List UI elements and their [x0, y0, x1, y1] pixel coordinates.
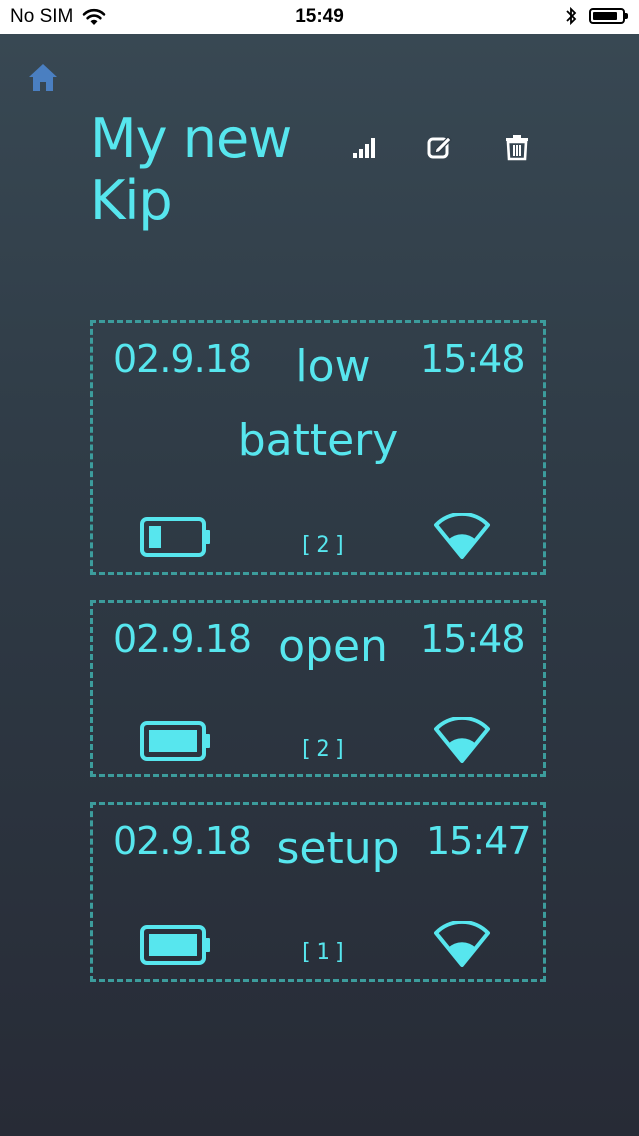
event-card[interactable]: 02.9.18 setup 15:47 [1] — [90, 802, 546, 982]
battery-full-icon — [140, 721, 210, 761]
title-line-2: Kip — [90, 169, 173, 232]
battery-full-icon — [140, 925, 210, 965]
title-line-1: My new — [90, 107, 292, 170]
wireless-signal-icon — [434, 717, 490, 763]
event-card[interactable]: 02.9.18 open 15:48 [2] — [90, 600, 546, 777]
event-date: 02.9.18 — [113, 337, 252, 381]
battery-low-icon — [140, 517, 210, 557]
event-date: 02.9.18 — [113, 617, 252, 661]
status-bar: No SIM 15:49 — [0, 0, 639, 34]
event-type-line2: battery — [237, 415, 399, 466]
home-icon[interactable] — [26, 60, 60, 94]
signal-strength-icon[interactable] — [350, 132, 380, 162]
event-count: [2] — [299, 737, 351, 762]
event-count: [1] — [299, 940, 351, 965]
event-time: 15:47 — [426, 819, 532, 863]
status-right — [565, 6, 628, 26]
event-time: 15:48 — [420, 617, 526, 661]
event-count: [2] — [299, 533, 351, 558]
event-date: 02.9.18 — [113, 819, 252, 863]
clock: 15:49 — [295, 6, 344, 27]
event-type: setup — [276, 823, 400, 874]
event-card[interactable]: 02.9.18 low 15:48 battery [2] — [90, 320, 546, 575]
device-battery-icon — [589, 8, 628, 24]
bluetooth-icon — [566, 6, 577, 26]
event-type: low — [295, 341, 371, 392]
event-time: 15:48 — [420, 337, 526, 381]
edit-icon[interactable] — [425, 132, 455, 162]
trash-icon[interactable] — [502, 132, 532, 162]
wireless-signal-icon — [434, 513, 490, 559]
wireless-signal-icon — [434, 921, 490, 967]
event-type: open — [278, 621, 388, 672]
page-title: My new Kip — [90, 108, 330, 232]
app-screen: My new Kip 02.9.18 low 15:48 battery [2] — [0, 34, 639, 1136]
